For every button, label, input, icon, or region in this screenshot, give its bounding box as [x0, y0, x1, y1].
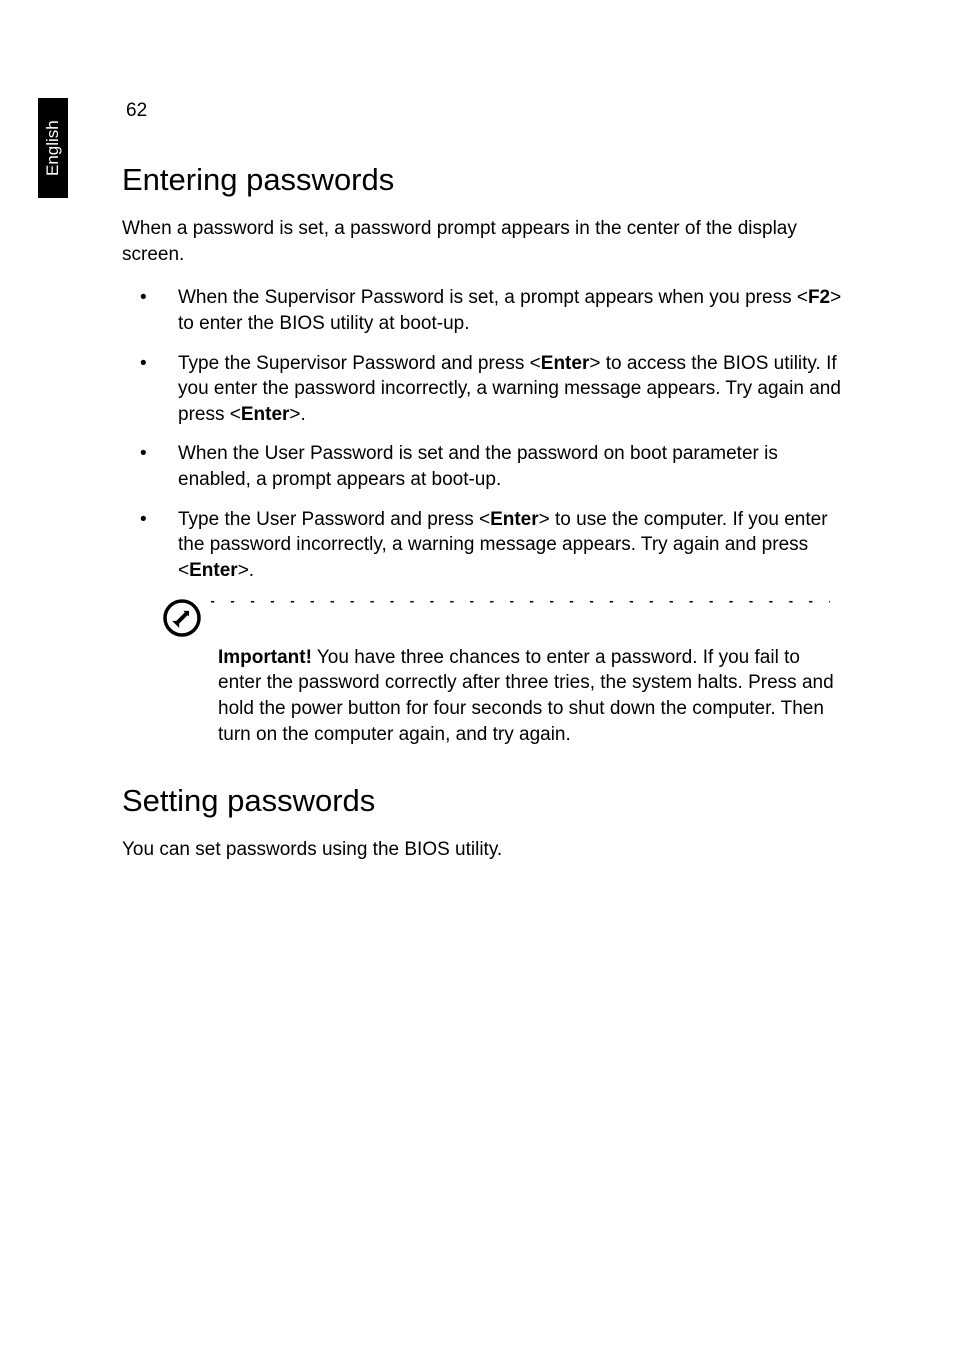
bullet-list: When the Supervisor Password is set, a p…: [122, 285, 842, 583]
bold-run: Enter: [490, 509, 539, 530]
pin-icon: [162, 598, 202, 643]
heading-entering-passwords: Entering passwords: [122, 162, 842, 198]
intro-paragraph: When a password is set, a password promp…: [122, 216, 842, 267]
page-content: 62 Entering passwords When a password is…: [122, 100, 842, 881]
list-item: Type the Supervisor Password and press <…: [122, 351, 842, 428]
callout-text: Important! You have three chances to ent…: [218, 645, 838, 748]
bold-run: F2: [808, 287, 830, 308]
list-item: When the User Password is set and the pa…: [122, 441, 842, 492]
list-item: Type the User Password and press <Enter>…: [122, 507, 842, 584]
page-number: 62: [126, 100, 842, 122]
list-item: When the Supervisor Password is set, a p…: [122, 285, 842, 336]
bold-run: Enter: [241, 404, 290, 425]
text-run: Type the User Password and press <: [178, 509, 490, 530]
text-run: When the User Password is set and the pa…: [178, 443, 778, 490]
bold-run: Enter: [189, 560, 238, 581]
dashed-line: - - - - - - - - - - - - - - - - - - - - …: [210, 593, 830, 608]
language-label: English: [43, 120, 63, 176]
text-run: >.: [238, 560, 254, 581]
language-tab: English: [38, 98, 68, 198]
callout-label: Important!: [218, 647, 312, 668]
setting-intro: You can set passwords using the BIOS uti…: [122, 837, 842, 863]
text-run: Type the Supervisor Password and press <: [178, 353, 541, 374]
heading-setting-passwords: Setting passwords: [122, 783, 842, 819]
important-callout: - - - - - - - - - - - - - - - - - - - - …: [162, 598, 842, 748]
text-run: When the Supervisor Password is set, a p…: [178, 287, 808, 308]
text-run: >.: [289, 404, 305, 425]
bold-run: Enter: [541, 353, 590, 374]
